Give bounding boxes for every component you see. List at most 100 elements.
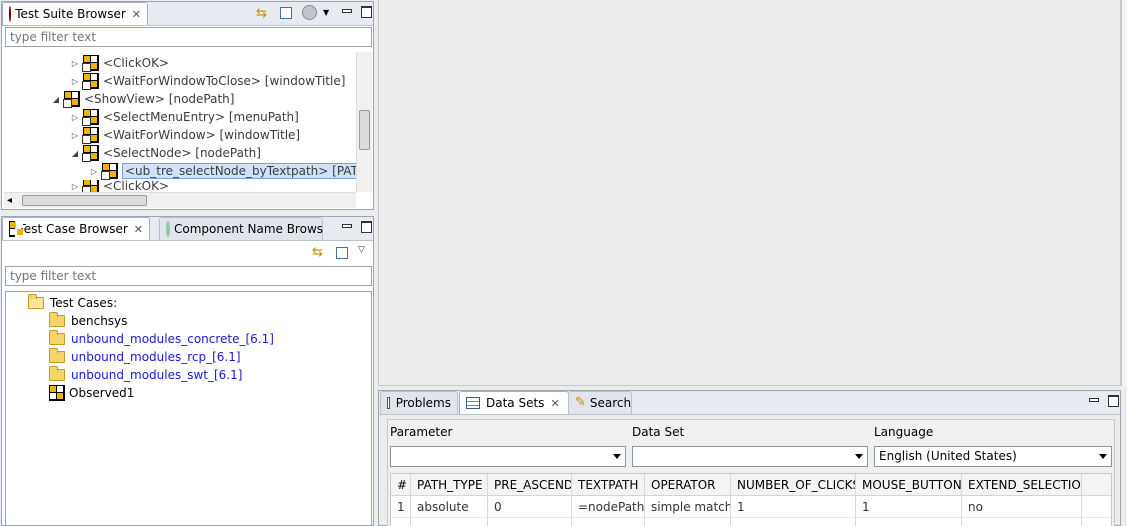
node-label: <WaitForWindowToClose> [windowTitle]	[103, 74, 346, 88]
view-menu-icon[interactable]: ▽	[358, 245, 365, 255]
parameter-select[interactable]	[390, 446, 626, 467]
tab-data-sets[interactable]: Data Sets ✕	[459, 391, 569, 414]
tree-node[interactable]: ▷ <ClickOK>	[70, 54, 169, 72]
collapse-icon[interactable]: ◢	[51, 95, 61, 104]
test-suite-browser-view: Test Suite Browser ✕ ⇆ ▼ ▷ <ClickOK> ▷ <…	[1, 1, 374, 210]
test-case-browser-view: Test Case Browser ✕ Component Name Brows…	[1, 216, 374, 526]
suite-filter-input[interactable]	[5, 27, 372, 47]
close-icon[interactable]: ✕	[134, 223, 143, 236]
table-cell[interactable]	[856, 518, 962, 526]
table-cell[interactable]	[488, 518, 572, 526]
expand-icon[interactable]: ▷	[70, 77, 80, 86]
bottom-tabbar: Problems Data Sets ✕ ✎ Search	[379, 391, 1120, 415]
minimize-icon[interactable]	[1087, 394, 1099, 406]
vertical-scrollbar[interactable]	[356, 52, 372, 192]
table-cell[interactable]: =nodePath	[572, 496, 645, 517]
tree-node[interactable]: Observed1	[49, 384, 134, 402]
tree-node[interactable]: ▷ <ClickOK>	[70, 180, 169, 192]
column-header[interactable]: PRE_ASCEND	[488, 474, 572, 495]
node-label: <ub_tre_selectNode_byTextpath> [PATH_T	[122, 163, 369, 179]
scroll-thumb[interactable]	[22, 195, 147, 206]
tree-node[interactable]: unbound_modules_swt_[6.1]	[49, 366, 242, 384]
menu-dropdown-icon[interactable]: ▼	[323, 8, 329, 17]
tree-node-selected[interactable]: ▷ <ub_tre_selectNode_byTextpath> [PATH_T	[89, 162, 369, 180]
tree-node[interactable]: ◢ <ShowView> [nodePath]	[51, 90, 234, 108]
collapse-all-icon[interactable]	[336, 247, 348, 259]
language-select[interactable]: English (United States)	[874, 446, 1112, 467]
node-label: <ClickOK>	[103, 56, 170, 70]
tree-node[interactable]: ▷ <WaitForWindow> [windowTitle]	[70, 126, 300, 144]
tree-node[interactable]: ▷ <WaitForWindowToClose> [windowTitle]	[70, 72, 345, 90]
expand-icon[interactable]: ▷	[70, 59, 80, 68]
test-case-ref-icon	[101, 163, 118, 180]
maximize-icon[interactable]	[360, 5, 372, 18]
close-icon[interactable]: ✕	[550, 397, 559, 410]
case-tree: Test Cases: benchsys unbound_modules_con…	[5, 291, 372, 525]
maximize-icon[interactable]	[1107, 394, 1119, 407]
column-header[interactable]: EXTEND_SELECTION	[962, 474, 1082, 495]
tree-node[interactable]: ▷ <SelectMenuEntry> [menuPath]	[70, 108, 299, 126]
node-label: <WaitForWindow> [windowTitle]	[103, 128, 301, 142]
data-set-select[interactable]	[632, 446, 868, 467]
expand-icon[interactable]: ▷	[70, 131, 80, 140]
column-header[interactable]: MOUSE_BUTTON	[856, 474, 962, 495]
expand-icon[interactable]: ▷	[70, 182, 80, 191]
horizontal-scrollbar[interactable]: ◂	[4, 192, 356, 208]
maximize-icon[interactable]	[360, 220, 372, 233]
table-header: # PATH_TYPE PRE_ASCEND TEXTPATH OPERATOR…	[391, 474, 1111, 496]
case-filter-input[interactable]	[5, 266, 372, 286]
table-cell[interactable]	[391, 518, 411, 526]
column-header[interactable]: TEXTPATH	[572, 474, 645, 495]
tab-label: Test Suite Browser	[15, 7, 126, 21]
tab-component-name-browser[interactable]: Component Name Brows	[159, 217, 323, 240]
table-cell[interactable]	[572, 518, 645, 526]
table-cell[interactable]: simple match	[645, 496, 731, 517]
column-header[interactable]: NUMBER_OF_CLICKS	[731, 474, 856, 495]
link-with-editor-icon[interactable]: ⇆	[312, 245, 323, 260]
tree-node[interactable]: ◢ <SelectNode> [nodePath]	[70, 144, 261, 162]
table-row-empty[interactable]	[391, 518, 1111, 526]
table-cell[interactable]: 0	[488, 496, 572, 517]
tree-root[interactable]: Test Cases:	[28, 294, 117, 312]
scroll-left-icon[interactable]: ◂	[7, 195, 12, 206]
table-cell[interactable]: 1	[856, 496, 962, 517]
editor-area	[378, 0, 1121, 386]
tree-node[interactable]: benchsys	[49, 312, 127, 330]
collapse-all-icon[interactable]	[280, 7, 292, 19]
table-cell[interactable]	[645, 518, 731, 526]
column-header[interactable]: PATH_TYPE	[411, 474, 488, 495]
language-value: English (United States)	[879, 449, 1017, 463]
column-header[interactable]: OPERATOR	[645, 474, 731, 495]
close-icon[interactable]: ✕	[132, 8, 141, 21]
tree-node[interactable]: unbound_modules_rcp_[6.1]	[49, 348, 241, 366]
table-cell[interactable]: no	[962, 496, 1082, 517]
table-row[interactable]: 1 absolute 0 =nodePath simple match 1 1 …	[391, 496, 1111, 518]
column-header[interactable]: #	[391, 474, 411, 495]
expand-icon[interactable]: ▷	[89, 167, 99, 176]
expand-icon[interactable]: ▷	[70, 113, 80, 122]
chevron-down-icon	[613, 454, 621, 459]
tab-test-suite-browser[interactable]: Test Suite Browser ✕	[2, 2, 148, 25]
data-sets-icon	[466, 397, 480, 409]
node-label: Test Cases:	[50, 296, 118, 310]
link-with-editor-icon[interactable]: ⇆	[256, 6, 267, 21]
scroll-thumb[interactable]	[359, 110, 370, 150]
tab-problems[interactable]: Problems	[380, 391, 458, 414]
tree-node[interactable]: unbound_modules_concrete_[6.1]	[49, 330, 274, 348]
run-icon[interactable]	[302, 5, 317, 20]
minimize-icon[interactable]	[340, 220, 352, 232]
node-label: <SelectNode> [nodePath]	[103, 146, 261, 160]
tab-label: Test Case Browser	[18, 222, 128, 236]
tab-test-case-browser[interactable]: Test Case Browser ✕	[2, 217, 150, 240]
table-cell[interactable]	[411, 518, 488, 526]
table-cell[interactable]: 1	[731, 496, 856, 517]
table-cell[interactable]	[962, 518, 1082, 526]
collapse-icon[interactable]: ◢	[70, 149, 80, 158]
chevron-down-icon	[1099, 454, 1107, 459]
right-edge-border	[1121, 0, 1127, 386]
minimize-icon[interactable]	[340, 5, 352, 17]
table-cell[interactable]: absolute	[411, 496, 488, 517]
table-cell[interactable]	[731, 518, 856, 526]
tab-search[interactable]: ✎ Search	[568, 391, 632, 414]
table-cell[interactable]: 1	[391, 496, 411, 517]
